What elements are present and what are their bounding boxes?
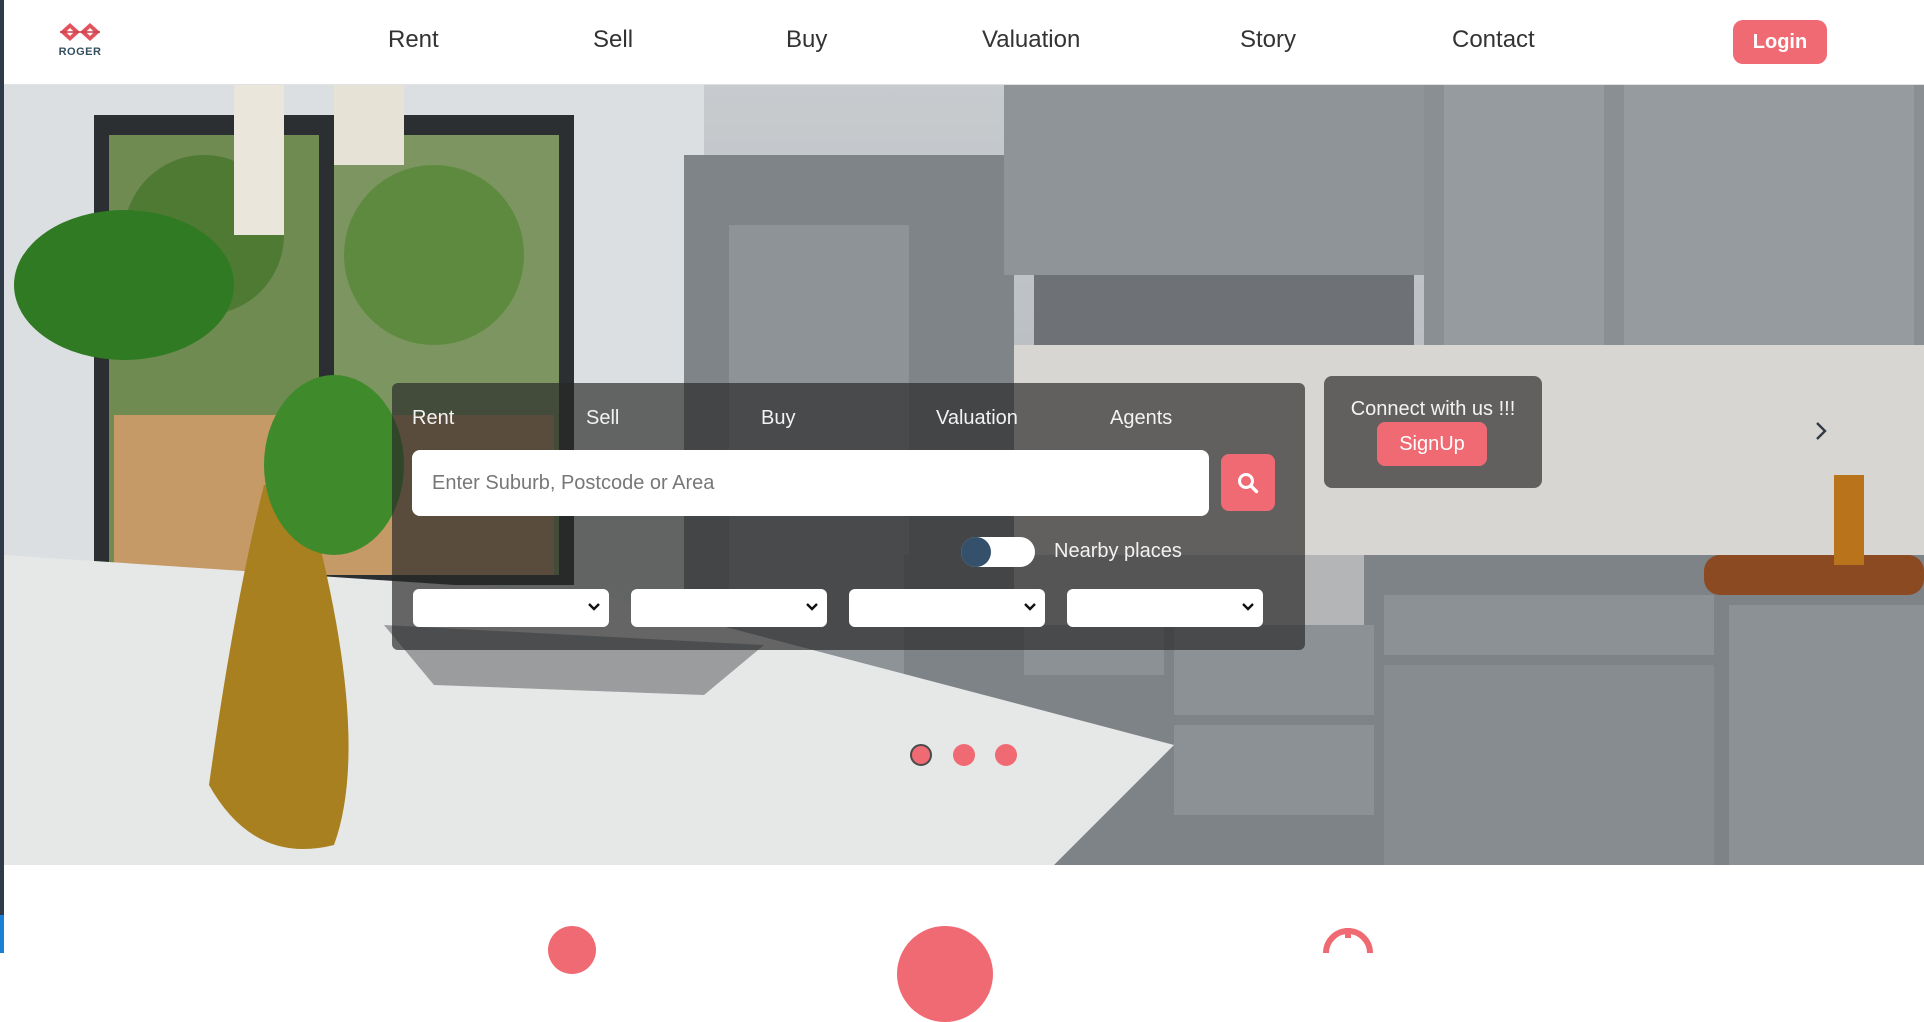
logo-mark-icon: [60, 23, 100, 41]
search-tab-buy[interactable]: Buy: [761, 407, 795, 430]
chevron-down-icon: [1024, 603, 1036, 611]
site-header: ROGER Rent Sell Buy Valuation Story Cont…: [4, 0, 1924, 85]
search-icon: [1238, 472, 1259, 493]
nav-buy[interactable]: Buy: [786, 26, 827, 54]
nav-sell[interactable]: Sell: [593, 26, 633, 54]
nearby-places-toggle[interactable]: [961, 537, 1035, 567]
carousel-next-button[interactable]: [1812, 419, 1830, 448]
nav-valuation[interactable]: Valuation: [982, 26, 1080, 54]
toggle-knob: [961, 537, 991, 567]
nav-contact[interactable]: Contact: [1452, 26, 1535, 54]
carousel-dot-1[interactable]: [910, 744, 932, 766]
filter-select-2[interactable]: [631, 589, 827, 627]
feature-location-icon: [1323, 928, 1373, 953]
carousel-dot-3[interactable]: [995, 744, 1017, 766]
nav-story[interactable]: Story: [1240, 26, 1296, 54]
search-tab-valuation[interactable]: Valuation: [936, 407, 1018, 430]
search-tab-sell[interactable]: Sell: [586, 407, 619, 430]
brand-logo[interactable]: ROGER: [50, 20, 110, 62]
signup-button[interactable]: SignUp: [1377, 422, 1487, 466]
nearby-places-label: Nearby places: [1054, 540, 1182, 562]
connect-text: Connect with us !!!: [1350, 398, 1516, 420]
chevron-down-icon: [588, 603, 600, 611]
feature-person-icon: [548, 926, 596, 974]
hero-carousel: Rent Sell Buy Valuation Agents Nearby pl…: [4, 85, 1924, 865]
chevron-right-icon: [1816, 422, 1827, 440]
search-button[interactable]: [1221, 454, 1275, 511]
window-edge-accent: [0, 915, 4, 953]
carousel-dot-2[interactable]: [953, 744, 975, 766]
filter-select-3[interactable]: [849, 589, 1045, 627]
feature-home-icon: [897, 926, 993, 1022]
search-tab-agents[interactable]: Agents: [1110, 407, 1172, 430]
chevron-down-icon: [806, 603, 818, 611]
search-tab-rent[interactable]: Rent: [412, 407, 454, 430]
property-search-panel: Rent Sell Buy Valuation Agents Nearby pl…: [392, 383, 1305, 650]
login-button[interactable]: Login: [1733, 20, 1827, 64]
chevron-down-icon: [1242, 603, 1254, 611]
connect-box: Connect with us !!! SignUp: [1324, 376, 1542, 488]
filter-select-4[interactable]: [1067, 589, 1263, 627]
brand-name: ROGER: [58, 46, 102, 58]
filter-select-1[interactable]: [413, 589, 609, 627]
location-search-input[interactable]: [412, 450, 1209, 516]
nav-rent[interactable]: Rent: [388, 26, 439, 54]
